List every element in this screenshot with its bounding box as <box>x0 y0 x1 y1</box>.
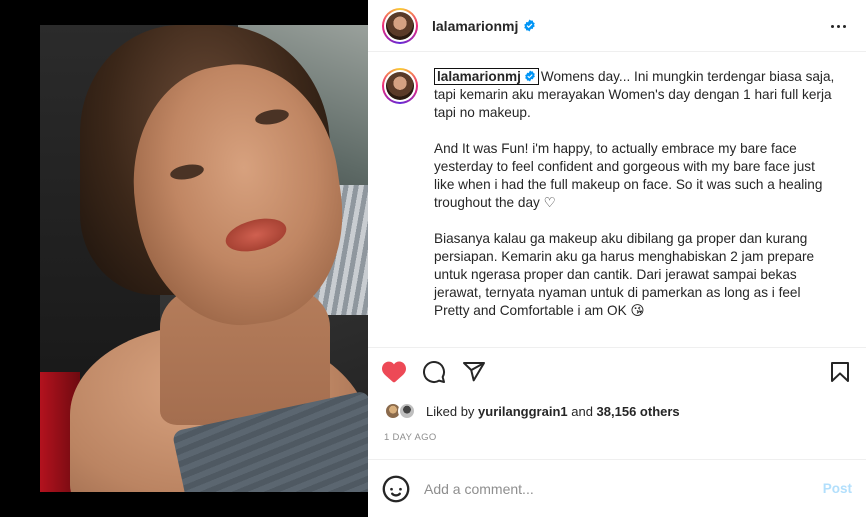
caption-area: lalamarionmj Womens day... Ini mungkin te… <box>368 52 866 348</box>
comment-input[interactable] <box>424 480 823 497</box>
caption-username-text: lalamarionmj <box>437 69 521 84</box>
post-header: lalamarionmj <box>368 0 866 52</box>
caption-text: lalamarionmj Womens day... Ini mungkin te… <box>434 68 836 347</box>
post-media[interactable] <box>0 0 368 517</box>
comment-bar: Post <box>368 459 866 517</box>
caption-avatar[interactable] <box>382 68 418 104</box>
post-comment-button[interactable]: Post <box>823 481 852 496</box>
action-bar <box>368 348 866 396</box>
likes-middle: and <box>567 403 597 419</box>
avatar-inner <box>384 9 416 42</box>
likes-prefix: Liked by <box>426 403 479 419</box>
likes-row: Liked by yurilanggrain1 and 38,156 other… <box>368 396 866 426</box>
liker-avatar <box>398 402 416 420</box>
emoji-icon[interactable] <box>382 475 410 503</box>
likes-user-link[interactable]: yurilanggrain1 <box>478 404 568 419</box>
verified-badge-icon <box>525 70 535 82</box>
caption-paragraph-2: And It was Fun! i'm happy, to actually e… <box>434 141 823 210</box>
header-avatar[interactable] <box>382 7 418 44</box>
post-timestamp[interactable]: 1 DAY AGO <box>368 426 866 448</box>
bookmark-icon[interactable] <box>827 359 853 385</box>
heart-filled-icon[interactable] <box>381 359 407 385</box>
verified-badge-icon <box>524 19 536 32</box>
liker-avatars[interactable] <box>384 401 420 421</box>
caption-username[interactable]: lalamarionmj <box>434 68 539 85</box>
avatar-inner <box>384 70 416 102</box>
post-photo[interactable] <box>40 25 368 492</box>
comment-icon[interactable] <box>421 359 447 385</box>
instagram-post: lalamarionmj lalamarionmj Womens day... I… <box>0 0 866 517</box>
avatar-image <box>386 72 414 100</box>
avatar-image <box>386 11 414 40</box>
caption-paragraph-3: Biasanya kalau ga makeup aku dibilang ga… <box>434 231 815 318</box>
header-username[interactable]: lalamarionmj <box>432 18 518 34</box>
likes-count-link[interactable]: 38,156 others <box>597 404 680 419</box>
caption-paragraph-1: lalamarionmj Womens day... Ini mungkin te… <box>434 68 836 122</box>
share-icon[interactable] <box>461 359 487 385</box>
more-options-icon[interactable] <box>826 17 850 35</box>
post-side-panel: lalamarionmj lalamarionmj Womens day... I… <box>368 0 866 517</box>
